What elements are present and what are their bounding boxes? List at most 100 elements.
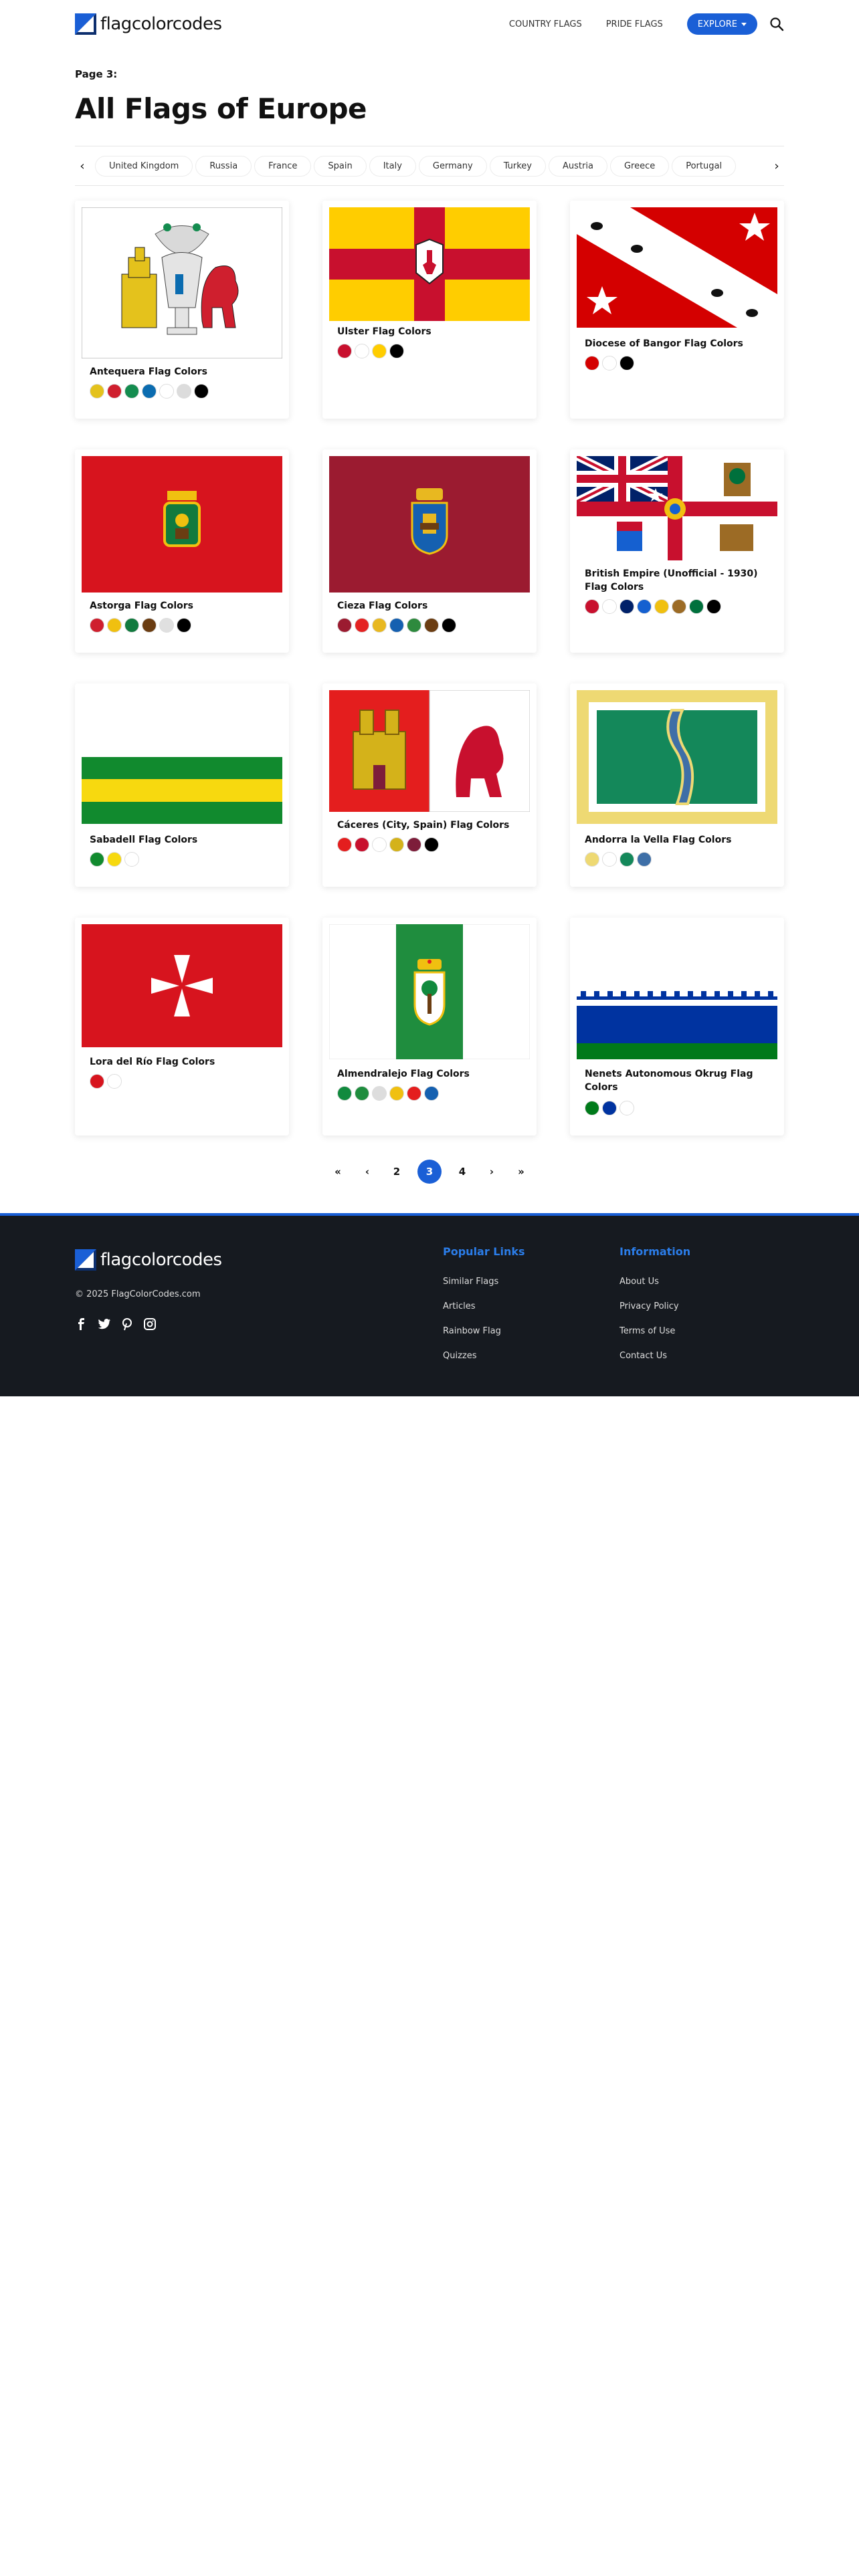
- flag-card-caceres[interactable]: Cáceres (City, Spain) Flag Colors: [322, 683, 537, 887]
- color-swatch[interactable]: [585, 356, 599, 370]
- color-swatch[interactable]: [355, 618, 369, 633]
- category-chip[interactable]: France: [254, 155, 312, 177]
- color-swatch[interactable]: [90, 384, 104, 399]
- color-swatch[interactable]: [159, 384, 174, 399]
- instagram-icon[interactable]: [143, 1317, 157, 1331]
- color-swatch[interactable]: [407, 618, 421, 633]
- color-swatch[interactable]: [585, 852, 599, 867]
- color-swatch[interactable]: [355, 1086, 369, 1101]
- color-swatch[interactable]: [177, 618, 191, 633]
- color-swatch[interactable]: [706, 599, 721, 614]
- color-swatch[interactable]: [194, 384, 209, 399]
- color-swatch[interactable]: [389, 837, 404, 852]
- color-swatch[interactable]: [619, 356, 634, 370]
- category-chip[interactable]: Spain: [314, 155, 367, 177]
- color-swatch[interactable]: [619, 599, 634, 614]
- color-swatch[interactable]: [602, 1101, 617, 1115]
- color-swatch[interactable]: [689, 599, 704, 614]
- color-swatch[interactable]: [107, 1074, 122, 1089]
- color-swatch[interactable]: [389, 618, 404, 633]
- footer-logo[interactable]: flagcolorcodes: [75, 1249, 222, 1271]
- flag-card-diocese-of-bangor[interactable]: Diocese of Bangor Flag Colors: [570, 201, 784, 419]
- nav-pride-flags[interactable]: PRIDE FLAGS: [606, 19, 663, 29]
- first-page-button[interactable]: «: [329, 1166, 347, 1178]
- color-swatch[interactable]: [337, 837, 352, 852]
- flag-card-lora-del-rio[interactable]: Lora del Río Flag Colors: [75, 918, 289, 1136]
- color-swatch[interactable]: [159, 618, 174, 633]
- chevron-left-icon[interactable]: ‹: [75, 159, 90, 173]
- color-swatch[interactable]: [672, 599, 686, 614]
- flag-card-almendralejo[interactable]: Almendralejo Flag Colors: [322, 918, 537, 1136]
- color-swatch[interactable]: [337, 1086, 352, 1101]
- category-chip[interactable]: United Kingdom: [95, 155, 193, 177]
- color-swatch[interactable]: [619, 1101, 634, 1115]
- color-swatch[interactable]: [142, 384, 157, 399]
- color-swatch[interactable]: [90, 852, 104, 867]
- color-swatch[interactable]: [177, 384, 191, 399]
- footer-link-contact-us[interactable]: Contact Us: [619, 1351, 690, 1361]
- color-swatch[interactable]: [585, 1101, 599, 1115]
- color-swatch[interactable]: [372, 344, 387, 358]
- color-swatch[interactable]: [107, 384, 122, 399]
- color-swatch[interactable]: [424, 618, 439, 633]
- explore-button[interactable]: EXPLORE: [686, 13, 757, 35]
- category-chip[interactable]: Portugal: [672, 155, 737, 177]
- color-swatch[interactable]: [337, 344, 352, 358]
- color-swatch[interactable]: [654, 599, 669, 614]
- color-swatch[interactable]: [619, 852, 634, 867]
- footer-link-terms-of-use[interactable]: Terms of Use: [619, 1326, 690, 1336]
- color-swatch[interactable]: [142, 618, 157, 633]
- flag-card-nenets[interactable]: Nenets Autonomous Okrug Flag Colors: [570, 918, 784, 1136]
- last-page-button[interactable]: »: [512, 1166, 530, 1178]
- page-3-button[interactable]: 3: [417, 1160, 442, 1184]
- color-swatch[interactable]: [372, 1086, 387, 1101]
- color-swatch[interactable]: [637, 852, 652, 867]
- search-icon[interactable]: [769, 17, 784, 31]
- category-chip[interactable]: Turkey: [489, 155, 546, 177]
- category-chip[interactable]: Greece: [609, 155, 670, 177]
- color-swatch[interactable]: [372, 837, 387, 852]
- color-swatch[interactable]: [355, 837, 369, 852]
- footer-link-rainbow-flag[interactable]: Rainbow Flag: [443, 1326, 525, 1336]
- color-swatch[interactable]: [107, 618, 122, 633]
- footer-link-about-us[interactable]: About Us: [619, 1277, 690, 1287]
- page-2-button[interactable]: 2: [388, 1166, 405, 1178]
- color-swatch[interactable]: [602, 852, 617, 867]
- flag-card-cieza[interactable]: Cieza Flag Colors: [322, 449, 537, 653]
- twitter-icon[interactable]: [98, 1317, 111, 1331]
- flag-card-andorra-la-vella[interactable]: Andorra la Vella Flag Colors: [570, 683, 784, 887]
- flag-card-ulster[interactable]: Ulster Flag Colors: [322, 201, 537, 419]
- color-swatch[interactable]: [124, 384, 139, 399]
- color-swatch[interactable]: [602, 356, 617, 370]
- footer-link-privacy-policy[interactable]: Privacy Policy: [619, 1301, 690, 1311]
- color-swatch[interactable]: [90, 618, 104, 633]
- color-swatch[interactable]: [424, 1086, 439, 1101]
- nav-country-flags[interactable]: COUNTRY FLAGS: [509, 19, 582, 29]
- color-swatch[interactable]: [372, 618, 387, 633]
- prev-page-button[interactable]: ‹: [359, 1166, 376, 1178]
- color-swatch[interactable]: [442, 618, 456, 633]
- site-logo[interactable]: flagcolorcodes: [75, 13, 222, 35]
- footer-link-similar-flags[interactable]: Similar Flags: [443, 1277, 525, 1287]
- color-swatch[interactable]: [389, 344, 404, 358]
- color-swatch[interactable]: [355, 344, 369, 358]
- color-swatch[interactable]: [90, 1074, 104, 1089]
- facebook-icon[interactable]: [75, 1317, 88, 1331]
- color-swatch[interactable]: [124, 852, 139, 867]
- color-swatch[interactable]: [602, 599, 617, 614]
- next-page-button[interactable]: ›: [483, 1166, 500, 1178]
- color-swatch[interactable]: [124, 618, 139, 633]
- chevron-right-icon[interactable]: ›: [769, 159, 784, 173]
- color-swatch[interactable]: [407, 837, 421, 852]
- flag-card-antequera[interactable]: Antequera Flag Colors: [75, 201, 289, 419]
- flag-card-astorga[interactable]: Astorga Flag Colors: [75, 449, 289, 653]
- color-swatch[interactable]: [337, 618, 352, 633]
- page-4-button[interactable]: 4: [454, 1166, 471, 1178]
- color-swatch[interactable]: [637, 599, 652, 614]
- flag-card-sabadell[interactable]: Sabadell Flag Colors: [75, 683, 289, 887]
- footer-link-articles[interactable]: Articles: [443, 1301, 525, 1311]
- color-swatch[interactable]: [585, 599, 599, 614]
- color-swatch[interactable]: [389, 1086, 404, 1101]
- color-swatch[interactable]: [407, 1086, 421, 1101]
- category-chip[interactable]: Austria: [549, 155, 607, 177]
